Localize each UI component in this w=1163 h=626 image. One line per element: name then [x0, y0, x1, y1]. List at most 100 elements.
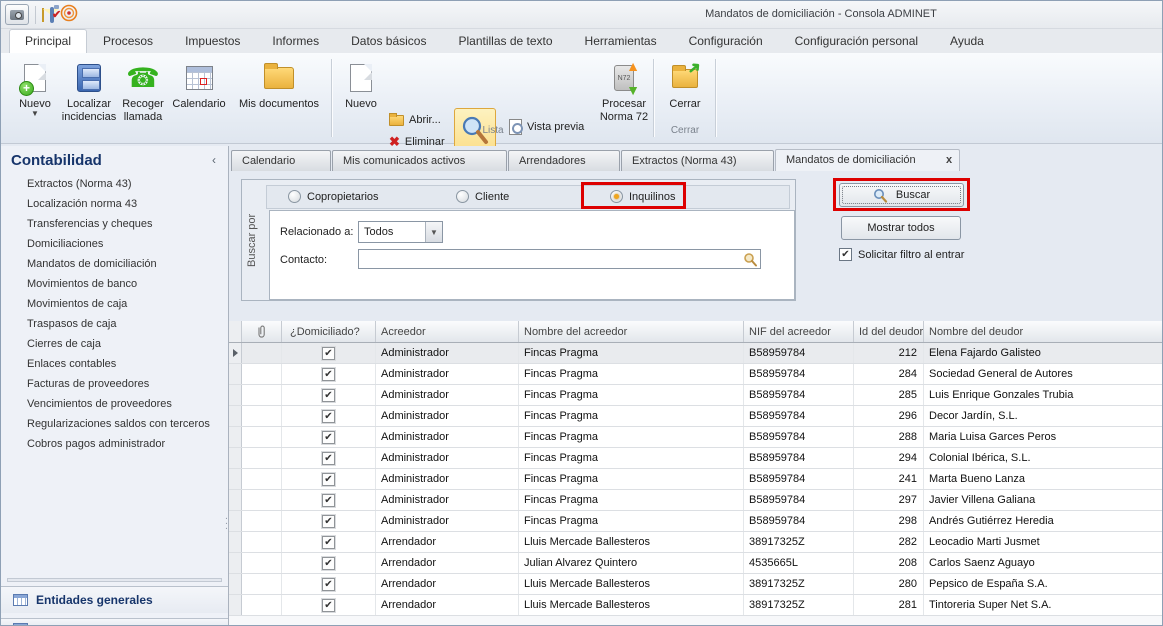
row-selector-cell[interactable]: [229, 511, 242, 531]
document-tab[interactable]: Mis comunicados activos: [332, 150, 507, 171]
table-row[interactable]: ✔ Administrador Fincas Pragma B58959784 …: [229, 490, 1163, 511]
attachment-cell[interactable]: [242, 385, 282, 405]
nombre-deudor-cell[interactable]: Sociedad General de Autores: [924, 364, 1163, 384]
id-deudor-cell[interactable]: 280: [854, 574, 924, 594]
id-deudor-cell[interactable]: 285: [854, 385, 924, 405]
checked-checkbox-icon[interactable]: ✔: [322, 410, 335, 423]
checked-checkbox-icon[interactable]: ✔: [322, 578, 335, 591]
attachment-cell[interactable]: [242, 490, 282, 510]
id-deudor-cell[interactable]: 284: [854, 364, 924, 384]
nif-cell[interactable]: B58959784: [744, 364, 854, 384]
tasks-button[interactable]: [50, 9, 54, 21]
table-row[interactable]: ✔ Administrador Fincas Pragma B58959784 …: [229, 448, 1163, 469]
mis-documentos-button[interactable]: Mis documentos: [231, 57, 327, 137]
attachment-cell[interactable]: [242, 532, 282, 552]
nombre-deudor-cell[interactable]: Tintoreria Super Net S.A.: [924, 595, 1163, 615]
ribbon-tab[interactable]: Principal: [9, 29, 87, 53]
nif-cell[interactable]: B58959784: [744, 406, 854, 426]
checked-checkbox-icon[interactable]: ✔: [322, 452, 335, 465]
id-deudor-cell[interactable]: 288: [854, 427, 924, 447]
acreedor-cell[interactable]: Administrador: [376, 406, 519, 426]
nif-cell[interactable]: B58959784: [744, 469, 854, 489]
id-deudor-cell[interactable]: 297: [854, 490, 924, 510]
nif-cell[interactable]: B58959784: [744, 343, 854, 363]
buscar-button[interactable]: Buscar: [839, 183, 964, 207]
column-header-nif[interactable]: NIF del acreedor: [744, 321, 854, 342]
contacto-input[interactable]: [359, 251, 743, 267]
table-row[interactable]: ✔ Administrador Fincas Pragma B58959784 …: [229, 364, 1163, 385]
attachment-cell[interactable]: [242, 427, 282, 447]
attachment-cell[interactable]: [242, 448, 282, 468]
id-deudor-cell[interactable]: 296: [854, 406, 924, 426]
domiciliado-cell[interactable]: ✔: [282, 343, 376, 363]
recoger-llamada-button[interactable]: ☎ Recoger llamada: [117, 57, 169, 137]
nombre-acreedor-cell[interactable]: Fincas Pragma: [519, 469, 744, 489]
nombre-acreedor-cell[interactable]: Fincas Pragma: [519, 406, 744, 426]
sidebar-item[interactable]: Cobros pagos administrador: [1, 434, 228, 454]
sidebar-splitter[interactable]: [7, 578, 222, 582]
ribbon-tab[interactable]: Informes: [256, 29, 335, 53]
column-header-acreedor[interactable]: Acreedor: [376, 321, 519, 342]
ribbon-tab[interactable]: Impuestos: [169, 29, 256, 53]
row-selector-cell[interactable]: [229, 532, 242, 552]
document-tab[interactable]: Arrendadores: [508, 150, 620, 171]
sidebar-item[interactable]: Localización norma 43: [1, 194, 228, 214]
nombre-deudor-cell[interactable]: Pepsico de España S.A.: [924, 574, 1163, 594]
checked-checkbox-icon[interactable]: ✔: [322, 389, 335, 402]
row-selector-cell[interactable]: [229, 343, 242, 363]
attachment-cell[interactable]: [242, 469, 282, 489]
sidebar-item[interactable]: Facturas de proveedores: [1, 374, 228, 394]
sidebar-item[interactable]: Domiciliaciones: [1, 234, 228, 254]
dropdown-button[interactable]: ▼: [425, 222, 442, 242]
relacionado-dropdown[interactable]: Todos ▼: [358, 221, 443, 243]
attachment-column-header[interactable]: [242, 321, 282, 342]
acreedor-cell[interactable]: Administrador: [376, 364, 519, 384]
column-header-domiciliado[interactable]: ¿Domiciliado?: [282, 321, 376, 342]
nombre-deudor-cell[interactable]: Decor Jardín, S.L.: [924, 406, 1163, 426]
localizar-incidencias-button[interactable]: Localizar incidencias: [63, 57, 115, 137]
nombre-deudor-cell[interactable]: Carlos Saenz Aguayo: [924, 553, 1163, 573]
nombre-deudor-cell[interactable]: Colonial Ibérica, S.L.: [924, 448, 1163, 468]
table-row[interactable]: ✔ Administrador Fincas Pragma B58959784 …: [229, 511, 1163, 532]
nombre-acreedor-cell[interactable]: Fincas Pragma: [519, 490, 744, 510]
domiciliado-cell[interactable]: ✔: [282, 532, 376, 552]
id-deudor-cell[interactable]: 208: [854, 553, 924, 573]
acreedor-cell[interactable]: Administrador: [376, 385, 519, 405]
nombre-acreedor-cell[interactable]: Lluis Mercade Ballesteros: [519, 574, 744, 594]
checked-checkbox-icon[interactable]: ✔: [322, 368, 335, 381]
sidebar-item[interactable]: Transferencias y cheques: [1, 214, 228, 234]
row-selector-cell[interactable]: [229, 469, 242, 489]
domiciliado-cell[interactable]: ✔: [282, 553, 376, 573]
nombre-acreedor-cell[interactable]: Fincas Pragma: [519, 364, 744, 384]
nombre-deudor-cell[interactable]: Elena Fajardo Galisteo: [924, 343, 1163, 363]
table-row[interactable]: ✔ Administrador Fincas Pragma B58959784 …: [229, 406, 1163, 427]
id-deudor-cell[interactable]: 212: [854, 343, 924, 363]
radio-copropietarios[interactable]: Copropietarios: [288, 190, 379, 203]
nombre-deudor-cell[interactable]: Luis Enrique Gonzales Trubia: [924, 385, 1163, 405]
ribbon-tab[interactable]: Ayuda: [934, 29, 1000, 53]
nombre-acreedor-cell[interactable]: Fincas Pragma: [519, 427, 744, 447]
nif-cell[interactable]: B58959784: [744, 448, 854, 468]
row-selector-cell[interactable]: [229, 385, 242, 405]
id-deudor-cell[interactable]: 294: [854, 448, 924, 468]
nombre-acreedor-cell[interactable]: Julian Alvarez Quintero: [519, 553, 744, 573]
checked-checkbox-icon[interactable]: ✔: [322, 494, 335, 507]
acreedor-cell[interactable]: Arrendador: [376, 574, 519, 594]
mail-button[interactable]: [42, 9, 44, 21]
domiciliado-cell[interactable]: ✔: [282, 385, 376, 405]
table-row[interactable]: ✔ Administrador Fincas Pragma B58959784 …: [229, 469, 1163, 490]
domiciliado-cell[interactable]: ✔: [282, 490, 376, 510]
document-tab[interactable]: Mandatos de domiciliación: [775, 149, 960, 171]
acreedor-cell[interactable]: Arrendador: [376, 553, 519, 573]
attachment-cell[interactable]: [242, 406, 282, 426]
row-selector-cell[interactable]: [229, 490, 242, 510]
acreedor-cell[interactable]: Administrador: [376, 343, 519, 363]
domiciliado-cell[interactable]: ✔: [282, 595, 376, 615]
ribbon-tab[interactable]: Datos básicos: [335, 29, 442, 53]
solicitar-filtro-checkbox[interactable]: ✔ Solicitar filtro al entrar: [839, 248, 964, 261]
acreedor-cell[interactable]: Administrador: [376, 511, 519, 531]
checked-checkbox-icon[interactable]: ✔: [322, 431, 335, 444]
nombre-acreedor-cell[interactable]: Fincas Pragma: [519, 511, 744, 531]
row-selector-cell[interactable]: [229, 448, 242, 468]
row-selector-cell[interactable]: [229, 364, 242, 384]
